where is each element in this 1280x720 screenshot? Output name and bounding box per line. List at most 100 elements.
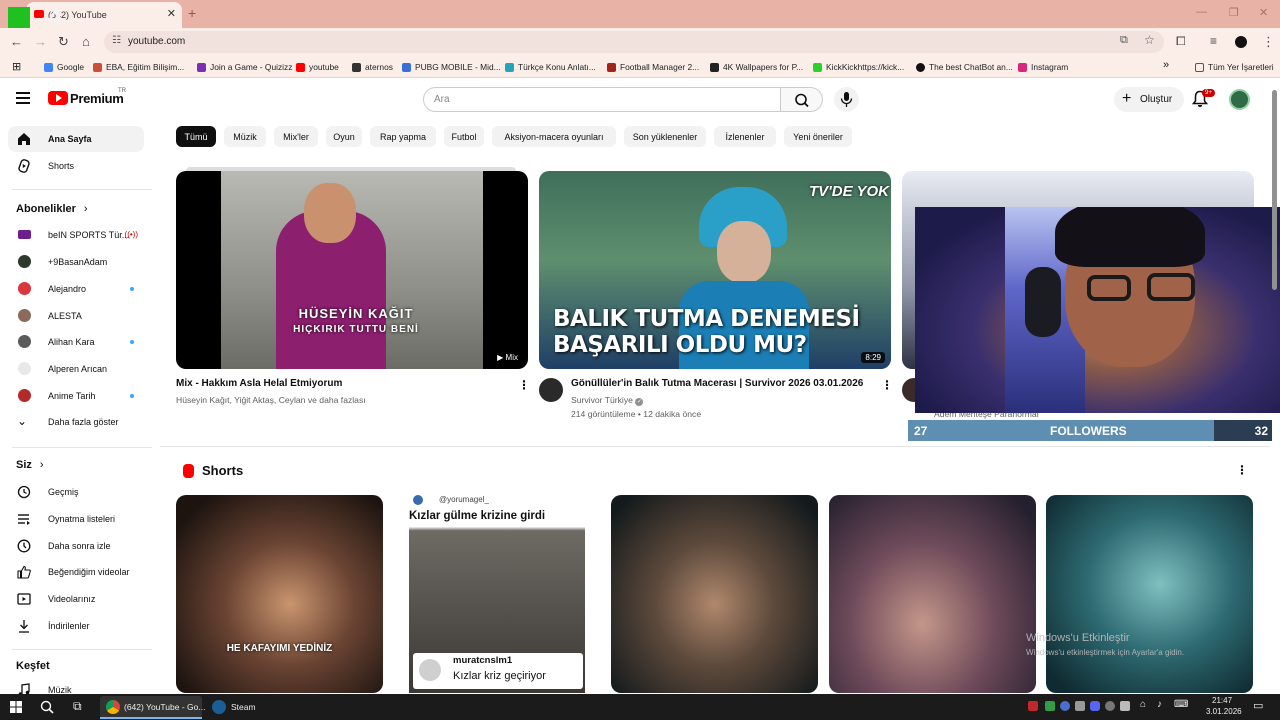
chip-recently-uploaded[interactable]: Son yüklenenler: [624, 126, 706, 147]
subscription-item[interactable]: Alejandro: [8, 276, 144, 302]
chip-football[interactable]: Futbol: [444, 126, 484, 147]
subscription-item[interactable]: Anime Tarih: [8, 383, 144, 409]
short-card[interactable]: HE KAFAYIMI YEDİNİZ: [176, 495, 383, 693]
windows-start-icon[interactable]: [10, 701, 22, 713]
clock-date[interactable]: 3.01.2026: [1206, 707, 1242, 716]
notification-center-icon[interactable]: ▭: [1253, 699, 1263, 712]
subscription-item[interactable]: Alperen Arıcan: [8, 356, 144, 382]
bookmark-4k-wallpapers[interactable]: 4K Wallpapers for P...: [710, 62, 803, 72]
media-controls-icon[interactable]: ≡: [1210, 34, 1217, 48]
bookmark-aternos[interactable]: aternos: [352, 62, 393, 72]
minimize-icon[interactable]: —: [1196, 6, 1207, 18]
page-scrollbar[interactable]: [1272, 90, 1277, 290]
bookmark-quizizz[interactable]: Join a Game - Quizizz: [197, 62, 292, 72]
sidebar-item-playlists[interactable]: Oynatma listeleri: [8, 506, 144, 532]
back-icon[interactable]: ←: [10, 34, 23, 49]
chip-mixes[interactable]: Mix'ler: [274, 126, 318, 147]
video-thumbnail[interactable]: HÜSEYİN KAĞIT HIÇKIRIK TUTTU BENİ ▶ Mix: [176, 171, 528, 369]
taskbar-search-icon[interactable]: [40, 700, 54, 714]
subscription-item[interactable]: beIN SPORTS Tür... ((•)): [8, 222, 144, 248]
site-info-icon[interactable]: ☷: [112, 35, 121, 46]
discord-tray-icon[interactable]: [1090, 701, 1100, 711]
brand-premium[interactable]: Premium: [70, 91, 124, 106]
menu-icon[interactable]: [16, 92, 30, 104]
shorts-menu-icon[interactable]: ⋮: [1236, 463, 1248, 477]
video-thumbnail[interactable]: TV'DE YOK BALIK TUTMA DENEMESİ BAŞARILI …: [539, 171, 891, 369]
sidebar-item-downloads[interactable]: İndirilenler: [8, 613, 144, 639]
taskbar-steam-label[interactable]: Steam: [231, 702, 256, 712]
sidebar-item-shorts[interactable]: Shorts: [8, 153, 144, 179]
chip-new-to-you[interactable]: Yeni öneriler: [784, 126, 852, 147]
volume-icon[interactable]: ♪: [1157, 699, 1162, 710]
maximize-icon[interactable]: ❐: [1229, 6, 1239, 19]
channel-avatar[interactable]: [539, 378, 563, 402]
short-card[interactable]: [1046, 495, 1253, 693]
network-icon[interactable]: ⌂: [1140, 699, 1146, 710]
sidebar-item-history[interactable]: Geçmiş: [8, 479, 144, 505]
sidebar-item-watch-later[interactable]: Daha sonra izle: [8, 533, 144, 559]
language-icon[interactable]: ⌨: [1174, 699, 1188, 710]
bookmark-chatbot[interactable]: The best ChatBot an...: [916, 62, 1013, 72]
video-menu-icon[interactable]: ⋮: [518, 378, 530, 392]
short-card[interactable]: [611, 495, 818, 693]
video-title[interactable]: Gönüllüler'in Balık Tutma Macerası | Sur…: [571, 378, 863, 389]
clock-time[interactable]: 21:47: [1212, 696, 1232, 705]
sidebar-item-liked-videos[interactable]: Beğendiğim videolar: [8, 559, 144, 585]
subscription-item[interactable]: ALESTA: [8, 303, 144, 329]
youtube-logo-icon[interactable]: [48, 91, 68, 105]
tray-app-icon[interactable]: [1075, 701, 1085, 711]
sidebar-item-home[interactable]: Ana Sayfa: [8, 126, 144, 152]
sidebar-item-your-videos[interactable]: Videolarınız: [8, 586, 144, 612]
tray-app-icon[interactable]: [1105, 701, 1115, 711]
tray-app-icon[interactable]: [1060, 701, 1070, 711]
short-card[interactable]: @yorumagel_ Kızlar gülme krizine girdi m…: [393, 495, 600, 693]
chip-all[interactable]: Tümü: [176, 126, 216, 147]
bookmark-pubg[interactable]: PUBG MOBILE - Mid...: [402, 62, 501, 72]
chrome-menu-icon[interactable]: ⋮: [1262, 34, 1275, 50]
chip-rap[interactable]: Rap yapma: [370, 126, 436, 147]
chip-watched[interactable]: İzlenenler: [714, 126, 776, 147]
bookmark-google[interactable]: Google: [44, 62, 84, 72]
forward-icon[interactable]: →: [34, 34, 47, 49]
video-title[interactable]: Mix - Hakkım Asla Helal Etmiyorum: [176, 378, 342, 389]
chip-action-adventure[interactable]: Aksiyon-macera oyunları: [492, 126, 616, 147]
install-app-icon[interactable]: ⧉: [1120, 34, 1128, 47]
tray-app-icon[interactable]: [1045, 701, 1055, 711]
bookmarks-overflow-icon[interactable]: »: [1163, 59, 1169, 71]
subscriptions-header[interactable]: Abonelikler ›: [16, 203, 88, 215]
extensions-icon[interactable]: ⧠: [1176, 34, 1186, 49]
search-button[interactable]: [781, 87, 823, 112]
chip-gaming[interactable]: Oyun: [326, 126, 362, 147]
bookmark-turkce[interactable]: Türkçe Konu Anlatı...: [505, 62, 596, 72]
search-input[interactable]: Ara: [423, 87, 781, 112]
bookmark-youtube[interactable]: youtube: [296, 62, 339, 72]
bookmark-eba[interactable]: EBA, Eğitim Bilişim...: [93, 62, 184, 72]
video-channel[interactable]: Survivor Türkiye ✓: [571, 395, 644, 406]
bookmark-football-manager[interactable]: Football Manager 2...: [607, 62, 699, 72]
you-header[interactable]: Siz ›: [16, 459, 44, 471]
taskbar-chrome[interactable]: (642) YouTube - Go...: [100, 696, 205, 718]
voice-search-button[interactable]: [834, 87, 859, 112]
all-bookmarks-folder[interactable]: Tüm Yer İşaretleri: [1195, 62, 1274, 72]
video-menu-icon[interactable]: ⋮: [881, 378, 893, 392]
reload-icon[interactable]: ↻: [58, 34, 69, 50]
subscription-item[interactable]: +9BasanAdam: [8, 249, 144, 275]
bookmark-instagram[interactable]: Instagram: [1018, 62, 1068, 72]
short-card[interactable]: [829, 495, 1036, 693]
close-tab-icon[interactable]: ✕: [167, 7, 176, 20]
account-avatar[interactable]: [1229, 89, 1250, 110]
subscription-item[interactable]: Alihan Kara: [8, 329, 144, 355]
apps-grid-icon[interactable]: ⊞: [12, 60, 21, 73]
address-bar[interactable]: ☷ youtube.com ⧉ ☆: [104, 31, 1164, 53]
create-button[interactable]: + Oluştur: [1114, 87, 1184, 112]
tray-app-icon[interactable]: [1120, 701, 1130, 711]
show-more-button[interactable]: ⌄ Daha fazla göster: [8, 409, 144, 435]
profile-avatar-icon[interactable]: [1235, 36, 1247, 48]
new-tab-icon[interactable]: +: [188, 5, 196, 21]
home-button-icon[interactable]: ⌂: [82, 34, 90, 49]
tray-app-icon[interactable]: [1028, 701, 1038, 711]
task-view-icon[interactable]: ⧉: [73, 699, 82, 714]
chip-music[interactable]: Müzik: [224, 126, 266, 147]
bookmark-star-icon[interactable]: ☆: [1144, 33, 1155, 47]
bookmark-kick[interactable]: KickKickhttps://kick...: [813, 62, 904, 72]
